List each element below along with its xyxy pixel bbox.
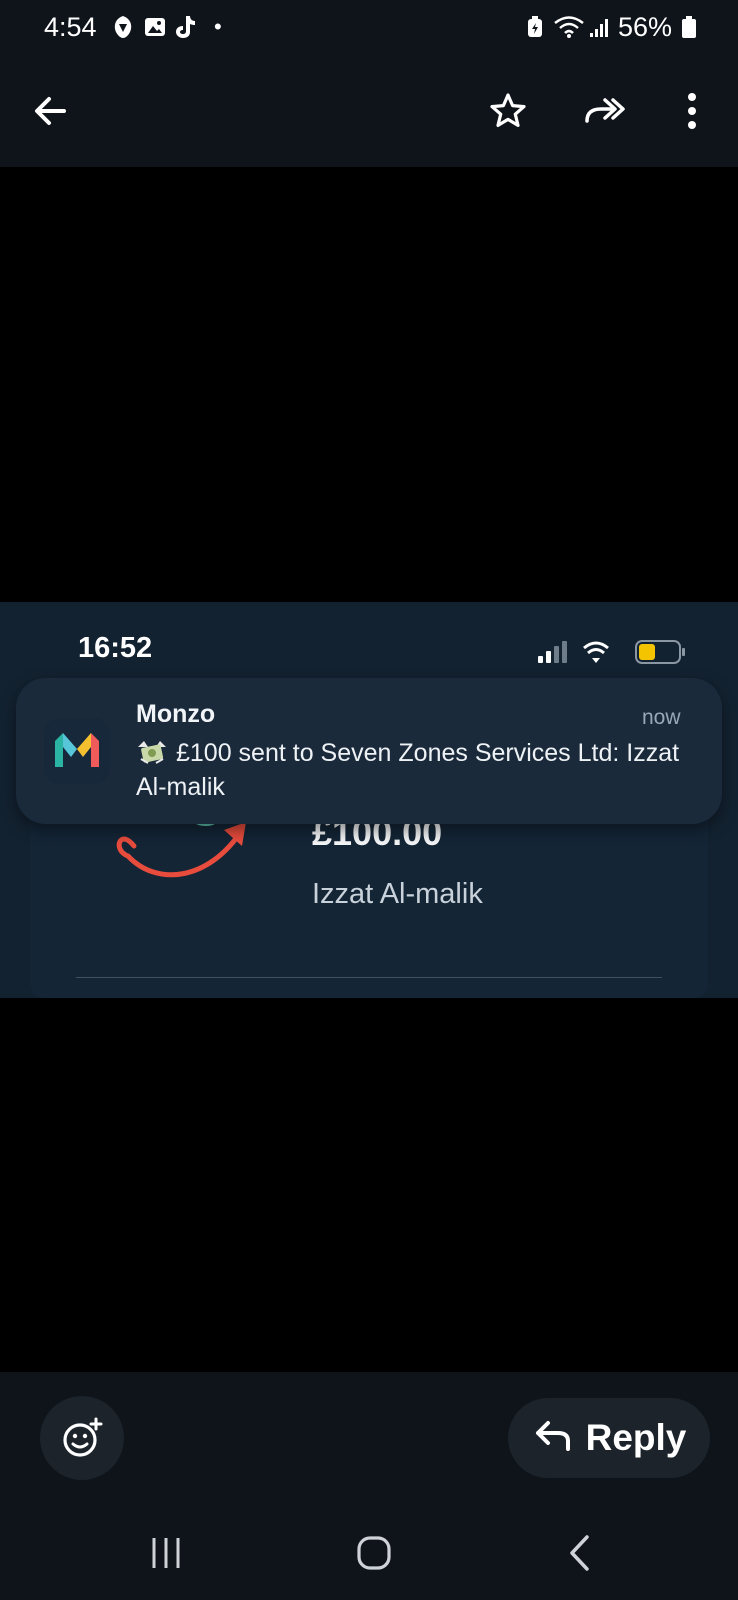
notification-app-name: Monzo xyxy=(136,700,216,728)
inner-status-time: 16:52 xyxy=(78,632,153,664)
reply-label: Reply xyxy=(585,1417,687,1458)
transaction-payee: Izzat Al-malik xyxy=(312,878,483,910)
reply-icon xyxy=(532,1419,572,1458)
reply-button[interactable]: Reply xyxy=(508,1398,710,1478)
gallery-icon xyxy=(142,14,168,40)
signal-icon xyxy=(586,14,612,40)
wifi-icon xyxy=(552,14,586,40)
battery-icon xyxy=(680,14,698,40)
status-time: 4:54 xyxy=(44,12,97,42)
battery-saver-icon xyxy=(522,14,548,40)
notification-text: £100 sent to Seven Zones Services Ltd: I… xyxy=(136,739,680,801)
notification-time: now xyxy=(642,706,681,729)
home-icon[interactable] xyxy=(334,1520,414,1586)
recents-icon[interactable] xyxy=(126,1520,206,1586)
back-arrow-icon[interactable] xyxy=(22,83,78,139)
monzo-logo-icon xyxy=(44,718,110,784)
forward-icon[interactable] xyxy=(576,83,632,139)
more-vert-icon[interactable] xyxy=(664,83,720,139)
battery-percent: 56% xyxy=(618,12,673,42)
barclays-icon xyxy=(110,14,136,40)
add-reaction-icon xyxy=(63,1417,103,1457)
add-reaction-button[interactable] xyxy=(40,1396,124,1480)
back-icon[interactable] xyxy=(540,1520,620,1586)
money-with-wings-icon xyxy=(136,739,168,765)
tiktok-icon xyxy=(172,14,198,40)
notification-dot: • xyxy=(214,14,222,39)
notification-message: £100 sent to Seven Zones Services Ltd: I… xyxy=(136,736,696,804)
inner-status-icons xyxy=(536,638,690,671)
card-divider xyxy=(76,977,662,978)
star-icon[interactable] xyxy=(480,83,536,139)
